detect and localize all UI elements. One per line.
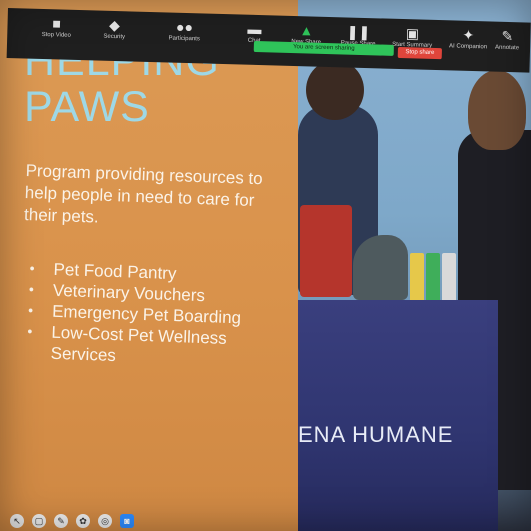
mouse-pointer-icon[interactable]: ↖ [10,514,24,528]
slide-description: Program providing resources to help peop… [23,160,263,227]
bullet-icon: • [29,259,35,277]
supply-can [410,253,424,303]
annotation-toolbar: ↖ ▢ ✎ ✿ ◎ ◙ [10,512,170,530]
pencil-icon: ✎ [501,27,514,45]
slide-text-panel: HELPING PAWS Program providing resources… [0,0,298,531]
supply-sack [353,235,408,300]
stop-video-label: Stop Video [41,31,71,39]
bullet-label: Low-Cost Pet Wellness Services [50,322,228,366]
security-label: Security [103,33,126,41]
video-camera-icon: ■ [52,15,62,32]
participants-button[interactable]: ●● Participants [155,18,214,44]
bullet-icon: • [28,280,35,298]
bullet-item: • Low-Cost Pet Wellness Services [26,321,282,372]
display-table: ENA HUMANE [298,300,498,531]
share-screen-icon: ▲ [299,22,314,39]
summary-icon: ▣ [405,25,420,42]
draw-icon[interactable]: ✎ [54,514,68,528]
chat-icon: ▬ [247,20,262,38]
slide-bullet-list: • Pet Food Pantry • Veterinary Vouchers • E… [26,258,285,372]
stop-share-button[interactable]: Stop share [397,47,442,60]
slide-photo: ENA HUMANE [298,0,531,531]
shared-screen: HELPING PAWS Program providing resources… [0,0,531,531]
volunteer-head [468,70,526,150]
security-button[interactable]: ◆ Security [85,16,144,42]
bullet-icon: • [27,301,34,319]
sharing-status-text: You are screen sharing [293,44,355,52]
stop-share-label: Stop share [405,49,435,57]
participants-icon: ●● [175,18,194,36]
volunteer-head [306,60,364,120]
spotlight-icon[interactable]: ◎ [98,514,112,528]
camera-icon[interactable]: ◙ [120,514,134,528]
annotate-label: Annotate [494,44,520,52]
annotate-button[interactable]: ✎ Annotate [485,27,530,52]
shield-icon: ◆ [108,16,121,34]
table-banner-text: ENA HUMANE [298,422,454,447]
supply-can [426,253,440,303]
select-icon[interactable]: ▢ [32,514,46,528]
pet-food-bag [300,205,352,297]
bullet-icon: • [27,322,33,340]
participants-label: Participants [168,35,200,43]
pause-icon: ❚❚ [346,23,371,41]
supply-can [442,253,456,303]
stamp-icon[interactable]: ✿ [76,514,90,528]
pet-supplies [298,195,458,305]
stop-video-button[interactable]: ■ Stop Video [27,15,86,41]
